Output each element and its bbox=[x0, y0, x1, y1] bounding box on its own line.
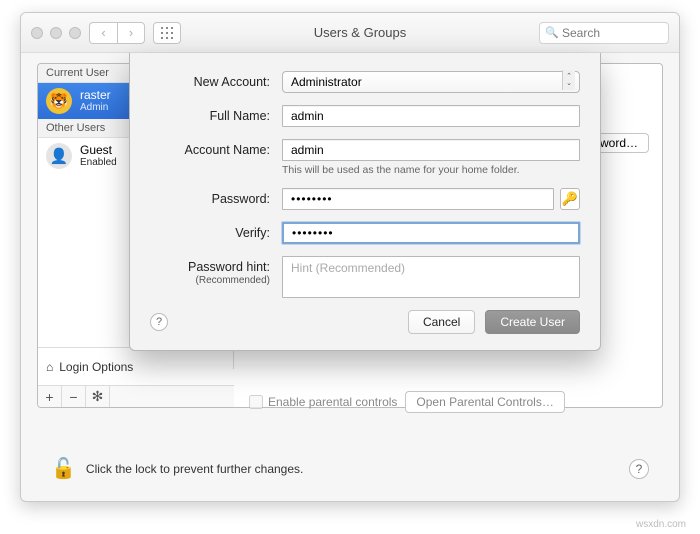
back-button[interactable]: ‹ bbox=[89, 22, 117, 44]
enable-parental-checkbox[interactable]: Enable parental controls bbox=[249, 395, 397, 409]
grid-icon bbox=[161, 27, 173, 39]
hint-placeholder: Hint (Recommended) bbox=[291, 261, 405, 275]
minimize-icon[interactable] bbox=[50, 27, 62, 39]
search-input[interactable]: Search bbox=[539, 22, 669, 44]
lock-row: 🔓 Click the lock to prevent further chan… bbox=[51, 456, 649, 481]
help-button[interactable]: ? bbox=[629, 459, 649, 479]
close-icon[interactable] bbox=[31, 27, 43, 39]
login-options-label: Login Options bbox=[59, 360, 133, 374]
open-parental-label: Open Parental Controls… bbox=[416, 395, 553, 409]
hint-input[interactable]: Hint (Recommended) bbox=[282, 256, 580, 298]
search-placeholder: Search bbox=[562, 26, 600, 40]
checkbox-icon[interactable] bbox=[249, 395, 263, 409]
lock-message: Click the lock to prevent further change… bbox=[86, 462, 303, 476]
hint-label: Password hint: (Recommended) bbox=[150, 256, 270, 287]
account-type-select[interactable]: Administrator bbox=[282, 71, 580, 93]
titlebar: ‹ › Users & Groups Search bbox=[21, 13, 679, 53]
cancel-label: Cancel bbox=[423, 315, 460, 329]
new-account-label: New Account: bbox=[150, 71, 270, 90]
account-name-input[interactable]: admin bbox=[282, 139, 580, 161]
sheet-footer: ? Cancel Create User bbox=[150, 310, 580, 334]
user-role: Admin bbox=[80, 102, 111, 113]
user-meta: Guest Enabled bbox=[80, 144, 117, 168]
window-controls bbox=[31, 27, 81, 39]
user-name: Guest bbox=[80, 144, 117, 157]
account-name-help: This will be used as the name for your h… bbox=[282, 164, 580, 176]
forward-button[interactable]: › bbox=[117, 22, 145, 44]
password-input[interactable] bbox=[282, 188, 554, 210]
open-parental-button[interactable]: Open Parental Controls… bbox=[405, 391, 564, 413]
full-name-label: Full Name: bbox=[150, 105, 270, 124]
sidebar-footer: + − ✻ bbox=[38, 385, 234, 407]
verify-input[interactable] bbox=[282, 222, 580, 244]
create-label: Create User bbox=[500, 315, 565, 329]
actions-menu-button[interactable]: ✻ bbox=[86, 386, 110, 407]
login-options-row[interactable]: ⌂ Login Options bbox=[38, 347, 234, 385]
hint-label-sub: (Recommended) bbox=[150, 275, 270, 287]
sheet-help-button[interactable]: ? bbox=[150, 313, 168, 331]
avatar: 👤 bbox=[46, 143, 72, 169]
remove-user-button[interactable]: − bbox=[62, 386, 86, 407]
parental-controls-row: Enable parental controls Open Parental C… bbox=[249, 391, 663, 413]
password-label: Password: bbox=[150, 188, 270, 207]
account-name-label: Account Name: bbox=[150, 139, 270, 158]
user-role: Enabled bbox=[80, 157, 117, 168]
zoom-icon[interactable] bbox=[69, 27, 81, 39]
account-name-value: admin bbox=[291, 143, 324, 157]
full-name-input[interactable]: admin bbox=[282, 105, 580, 127]
avatar: 🐯 bbox=[46, 88, 72, 114]
add-user-button[interactable]: + bbox=[38, 386, 62, 407]
preferences-window: ‹ › Users & Groups Search Current User 🐯… bbox=[20, 12, 680, 502]
password-assistant-button[interactable]: 🔑 bbox=[560, 188, 580, 210]
key-icon: 🔑 bbox=[562, 191, 578, 207]
account-type-value: Administrator bbox=[291, 75, 362, 89]
new-user-sheet: New Account: Administrator Full Name: ad… bbox=[129, 53, 601, 351]
verify-label: Verify: bbox=[150, 222, 270, 241]
enable-parental-label: Enable parental controls bbox=[268, 395, 397, 409]
house-icon: ⌂ bbox=[46, 360, 53, 374]
user-meta: raster Admin bbox=[80, 89, 111, 113]
user-name: raster bbox=[80, 89, 111, 102]
full-name-value: admin bbox=[291, 109, 324, 123]
nav-buttons: ‹ › bbox=[89, 22, 145, 44]
create-user-button[interactable]: Create User bbox=[485, 310, 580, 334]
show-all-button[interactable] bbox=[153, 22, 181, 44]
window-title: Users & Groups bbox=[181, 25, 539, 40]
hint-label-main: Password hint: bbox=[188, 260, 270, 274]
cancel-button[interactable]: Cancel bbox=[408, 310, 475, 334]
unlock-icon[interactable]: 🔓 bbox=[51, 456, 76, 481]
watermark: wsxdn.com bbox=[636, 519, 686, 530]
